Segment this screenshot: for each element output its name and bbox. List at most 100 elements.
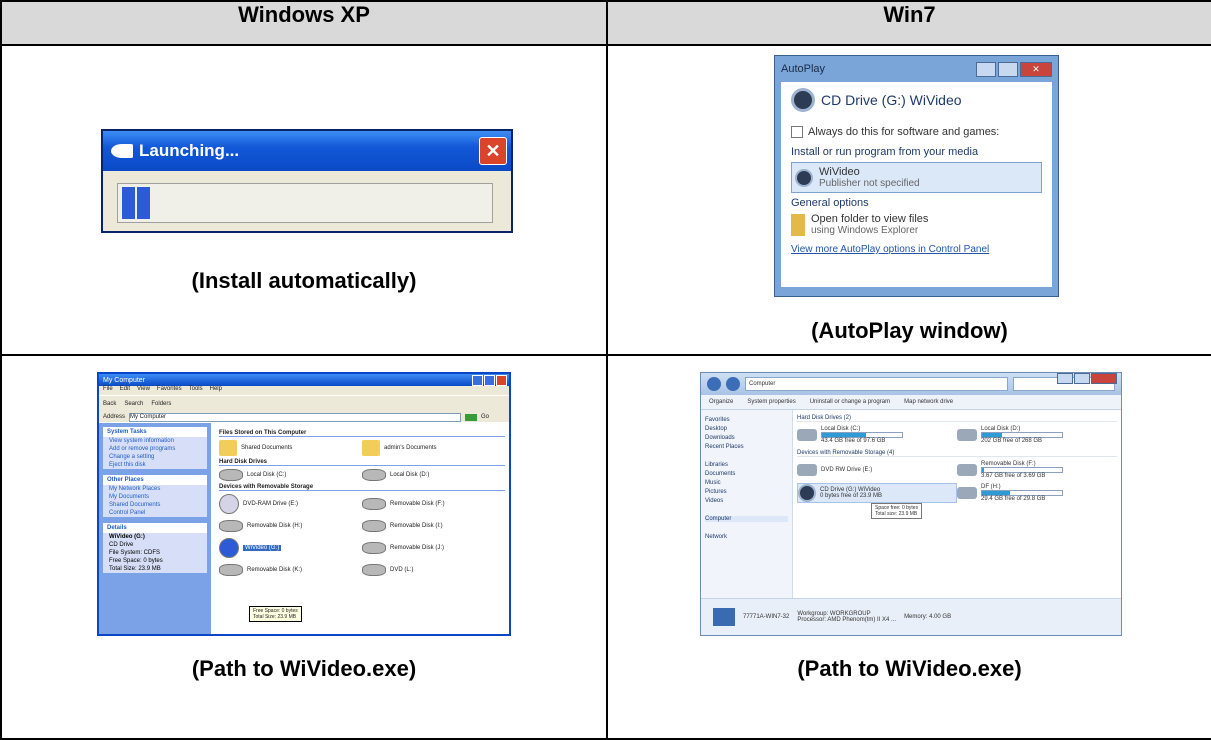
launch-progress-bar — [117, 183, 493, 223]
pane-link[interactable]: My Network Places — [103, 485, 207, 493]
folder-icon — [791, 213, 805, 236]
map-drive-button[interactable]: Map network drive — [904, 399, 953, 405]
computer-name: 77771A-WIN7-32 — [743, 614, 790, 620]
open-folder-option[interactable]: Open folder to view files using Windows … — [791, 213, 1042, 236]
w7-titlebar: Computer — [701, 373, 1121, 395]
close-icon[interactable] — [1091, 373, 1117, 384]
nav-item-computer[interactable]: Computer — [705, 516, 788, 522]
memory-text: Memory: 4.00 GB — [904, 614, 952, 620]
xp-my-computer-window: My Computer File Edit View Favorites Too… — [97, 372, 511, 636]
group-heading: Hard Disk Drives — [219, 459, 505, 466]
address-label: Address — [103, 414, 126, 420]
close-icon[interactable]: ✕ — [1020, 61, 1052, 77]
pane-link[interactable]: View system information — [103, 437, 207, 445]
pane-link[interactable]: Add or remove programs — [103, 445, 207, 453]
drive-item[interactable]: Removable Disk (F:) 3.67 GB free of 3.69 … — [957, 461, 1117, 479]
search-button[interactable]: Search — [124, 401, 143, 407]
group-heading: Hard Disk Drives (2) — [797, 415, 1117, 422]
nav-item[interactable]: Network — [705, 534, 788, 540]
close-icon[interactable] — [496, 374, 507, 386]
nav-item[interactable]: Favorites — [705, 417, 788, 423]
drive-item[interactable]: DVD RW Drive (E:) — [797, 461, 957, 479]
pane-link[interactable]: Shared Documents — [103, 501, 207, 509]
detail-text: WiVideo (G:) — [109, 534, 145, 540]
run-wivideo-option[interactable]: WiVideo Publisher not specified — [791, 162, 1042, 193]
go-button[interactable] — [465, 413, 478, 421]
general-options-heading: General options — [791, 197, 869, 209]
nav-item[interactable]: Pictures — [705, 489, 788, 495]
pane-link[interactable]: My Documents — [103, 493, 207, 501]
menu-tools[interactable]: Tools — [189, 386, 203, 395]
nav-item[interactable]: Videos — [705, 498, 788, 504]
maximize-icon[interactable] — [998, 61, 1018, 77]
launching-dialog: Launching... ✕ — [101, 129, 513, 233]
cell-xp-path: My Computer File Edit View Favorites Too… — [0, 354, 608, 740]
uninstall-button[interactable]: Uninstall or change a program — [810, 399, 890, 405]
system-properties-button[interactable]: System properties — [747, 399, 795, 405]
address-input[interactable]: My Computer — [129, 412, 462, 422]
xp-mycomp-titlebar: My Computer — [99, 374, 509, 386]
always-do-checkbox[interactable]: Always do this for software and games: — [791, 126, 1042, 138]
autoplay-title: AutoPlay — [781, 63, 826, 75]
folders-button[interactable]: Folders — [151, 401, 171, 407]
xp-address-bar: Address My Computer Go — [99, 412, 509, 422]
menu-help[interactable]: Help — [210, 386, 222, 395]
address-bar[interactable]: Computer — [745, 377, 1008, 391]
list-item[interactable]: Removable Disk (K:) — [219, 564, 362, 576]
list-item[interactable]: Removable Disk (J:) — [362, 538, 505, 558]
xp-mycomp-content: Files Stored on This Computer Shared Doc… — [215, 423, 509, 634]
list-item[interactable]: Shared Documents — [219, 440, 362, 456]
xp-task-pane: System Tasks View system information Add… — [99, 423, 211, 634]
list-item[interactable]: Removable Disk (H:) — [219, 520, 362, 532]
minimize-icon[interactable] — [1057, 373, 1073, 384]
wivideo-drive-item[interactable]: CD Drive (G:) WiVideo 0 bytes free of 23.… — [797, 483, 957, 503]
back-button[interactable]: Back — [103, 401, 116, 407]
close-icon[interactable]: ✕ — [479, 137, 507, 165]
xp-mycomp-title: My Computer — [103, 376, 146, 384]
nav-item[interactable]: Recent Places — [705, 444, 788, 450]
forward-icon[interactable] — [726, 377, 740, 391]
list-item[interactable]: Local Disk (C:) — [219, 469, 362, 481]
autoplay-control-panel-link[interactable]: View more AutoPlay options in Control Pa… — [791, 244, 1042, 255]
pane-link[interactable]: Change a setting — [103, 453, 207, 461]
removable-disk-icon — [362, 542, 386, 554]
hard-drive-icon — [362, 469, 386, 481]
menu-file[interactable]: File — [103, 386, 113, 395]
menu-favorites[interactable]: Favorites — [157, 386, 182, 395]
list-item[interactable]: Local Disk (D:) — [362, 469, 505, 481]
wivideo-drive-item[interactable]: WiVideo (G:) — [219, 538, 362, 558]
detail-text: File System: CDFS — [109, 550, 161, 556]
menu-view[interactable]: View — [137, 386, 150, 395]
folder-icon — [219, 440, 237, 456]
nav-item[interactable]: Desktop — [705, 426, 788, 432]
progress-block — [122, 187, 135, 219]
drive-item[interactable]: Local Disk (D:) 202 GB free of 268 GB — [957, 426, 1117, 444]
list-item[interactable]: DVD-RAM Drive (E:) — [219, 494, 362, 514]
nav-item[interactable]: Downloads — [705, 435, 788, 441]
caption-install-automatically: (Install automatically) — [191, 268, 417, 293]
install-section-heading: Install or run program from your media — [791, 146, 979, 158]
list-item[interactable]: Removable Disk (I:) — [362, 520, 505, 532]
pane-link[interactable]: Control Panel — [103, 509, 207, 517]
nav-item[interactable]: Documents — [705, 471, 788, 477]
nav-item[interactable]: Libraries — [705, 462, 788, 468]
drive-item[interactable]: DF (H:) 29.4 GB free of 29.8 GB — [957, 483, 1117, 503]
list-item[interactable]: Removable Disk (F:) — [362, 494, 505, 514]
checkbox-icon[interactable] — [791, 126, 803, 138]
list-item[interactable]: DVD (L:) — [362, 564, 505, 576]
list-item[interactable]: admin's Documents — [362, 440, 505, 456]
maximize-icon[interactable] — [1074, 373, 1090, 384]
pane-details: Details WiVideo (G:) CD Drive File Syste… — [103, 523, 207, 573]
drive-item[interactable]: Local Disk (C:) 43.4 GB free of 97.6 GB — [797, 426, 957, 444]
autoplay-body: CD Drive (G:) WiVideo Always do this for… — [781, 82, 1052, 287]
minimize-icon[interactable] — [472, 374, 483, 386]
minimize-icon[interactable] — [976, 61, 996, 77]
nav-item[interactable]: Music — [705, 480, 788, 486]
organize-button[interactable]: Organize — [709, 399, 733, 405]
menu-edit[interactable]: Edit — [120, 386, 130, 395]
pane-link[interactable]: Eject this disk — [103, 461, 207, 469]
launching-titlebar: Launching... ✕ — [103, 131, 511, 171]
autoplay-drive: CD Drive (G:) WiVideo — [791, 88, 1042, 112]
back-icon[interactable] — [707, 377, 721, 391]
maximize-icon[interactable] — [484, 374, 495, 386]
